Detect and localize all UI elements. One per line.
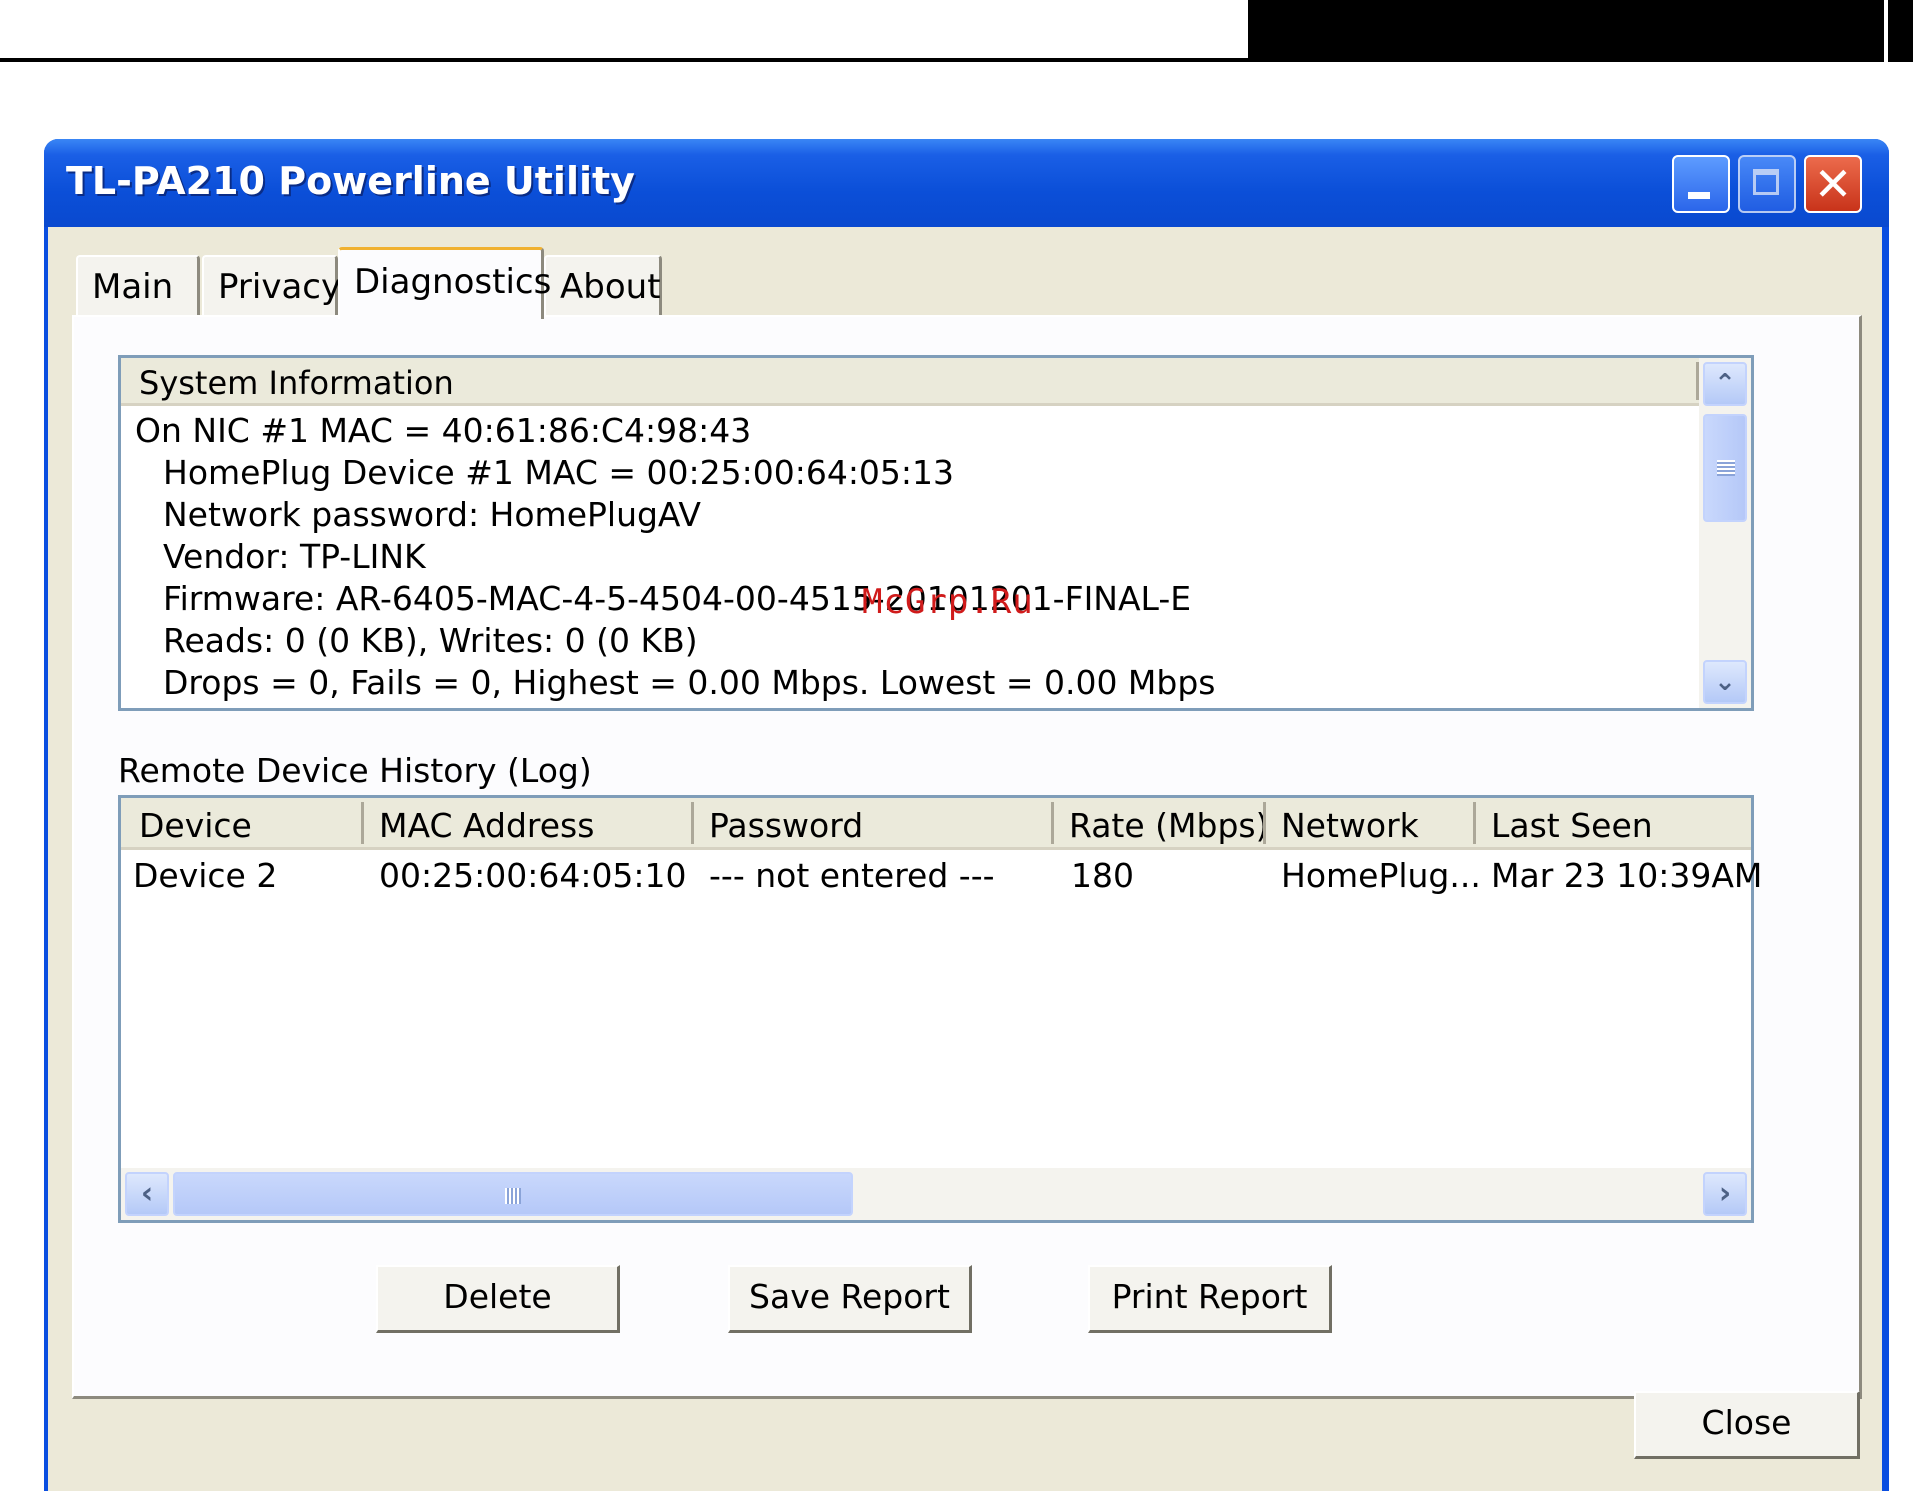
sysinfo-line: Network password: HomePlugAV (163, 495, 701, 534)
column-divider[interactable] (1263, 802, 1266, 844)
utility-window: TL-PA210 Powerline Utility ✕ Main Privac… (44, 139, 1889, 1491)
page-header-rule (0, 58, 1250, 62)
close-button[interactable]: Close (1634, 1391, 1860, 1459)
column-header-device[interactable]: Device (139, 806, 252, 845)
maximize-button[interactable] (1738, 155, 1796, 213)
vertical-scroll-thumb[interactable] (1703, 414, 1747, 522)
table-row[interactable]: Device 2 00:25:00:64:05:10 --- not enter… (121, 856, 1762, 904)
column-divider[interactable] (361, 802, 364, 844)
column-divider[interactable] (1051, 802, 1054, 844)
column-header-password[interactable]: Password (709, 806, 863, 845)
tab-about[interactable]: About (544, 255, 662, 315)
page-header-bar (1248, 0, 1913, 62)
vertical-scrollbar[interactable]: ⌃ ⌄ (1699, 358, 1751, 708)
close-icon: ✕ (1813, 157, 1853, 211)
print-report-button[interactable]: Print Report (1088, 1265, 1332, 1333)
sysinfo-line: Vendor: TP-LINK (163, 537, 426, 576)
cell-password: --- not entered --- (709, 856, 995, 895)
grip-icon (1717, 460, 1735, 476)
system-information-lines: On NIC #1 MAC = 40:61:86:C4:98:43 HomePl… (135, 410, 1685, 704)
page-header-gap (1884, 0, 1888, 62)
scroll-down-button[interactable]: ⌄ (1703, 660, 1747, 704)
system-information-header[interactable]: System Information (121, 358, 1699, 406)
sysinfo-line: Reads: 0 (0 KB), Writes: 0 (0 KB) (163, 621, 698, 660)
chevron-left-icon: ‹ (140, 1176, 154, 1211)
close-window-button[interactable]: ✕ (1804, 155, 1862, 213)
delete-button[interactable]: Delete (376, 1265, 620, 1333)
sysinfo-line: HomePlug Device #1 MAC = 00:25:00:64:05:… (163, 453, 955, 492)
cell-device: Device 2 (133, 856, 278, 895)
system-information-list[interactable]: System Information On NIC #1 MAC = 40:61… (118, 355, 1754, 711)
diagnostics-panel: System Information On NIC #1 MAC = 40:61… (72, 315, 1862, 1399)
watermark: McGrp.Ru (862, 582, 1034, 622)
column-header-mac-address[interactable]: MAC Address (379, 806, 594, 845)
horizontal-scrollbar[interactable]: ‹ › (121, 1168, 1751, 1220)
column-divider[interactable] (1473, 802, 1476, 844)
cell-mac-address: 00:25:00:64:05:10 (379, 856, 687, 895)
device-history-list[interactable]: Device MAC Address Password Rate (Mbps) … (118, 795, 1762, 1223)
column-header-rate[interactable]: Rate (Mbps) (1069, 806, 1268, 845)
window-title: TL-PA210 Powerline Utility (66, 159, 635, 203)
sysinfo-line: Drops = 0, Fails = 0, Highest = 0.00 Mbp… (163, 663, 1216, 702)
tab-privacy[interactable]: Privacy (202, 255, 341, 315)
tab-diagnostics[interactable]: Diagnostics (338, 247, 551, 319)
grip-icon (505, 1188, 521, 1204)
chevron-down-icon: ⌄ (1714, 667, 1736, 697)
cell-rate: 180 (1071, 856, 1134, 895)
window-client-area: Main Privacy Diagnostics About System In… (48, 227, 1882, 1491)
sysinfo-line: On NIC #1 MAC = 40:61:86:C4:98:43 (135, 411, 752, 450)
log-label: Remote Device History (Log) (118, 751, 592, 790)
minimize-button[interactable] (1672, 155, 1730, 213)
chevron-up-icon: ⌃ (1714, 369, 1736, 399)
cell-last-seen: Mar 23 10:39AM (1491, 856, 1763, 895)
scroll-right-button[interactable]: › (1703, 1172, 1747, 1216)
column-header-network[interactable]: Network (1281, 806, 1419, 845)
horizontal-scroll-thumb[interactable] (173, 1172, 853, 1216)
scroll-left-button[interactable]: ‹ (125, 1172, 169, 1216)
column-divider[interactable] (691, 802, 694, 844)
cell-network: HomePlug... (1281, 856, 1481, 895)
minimize-icon (1688, 192, 1710, 199)
title-bar[interactable]: TL-PA210 Powerline Utility ✕ (44, 139, 1889, 227)
scroll-up-button[interactable]: ⌃ (1703, 362, 1747, 406)
chevron-right-icon: › (1718, 1176, 1732, 1211)
tab-main[interactable]: Main (76, 255, 200, 315)
log-column-headers: Device MAC Address Password Rate (Mbps) … (121, 798, 1751, 850)
column-header-last-seen[interactable]: Last Seen (1491, 806, 1653, 845)
save-report-button[interactable]: Save Report (728, 1265, 972, 1333)
maximize-icon (1753, 169, 1779, 195)
